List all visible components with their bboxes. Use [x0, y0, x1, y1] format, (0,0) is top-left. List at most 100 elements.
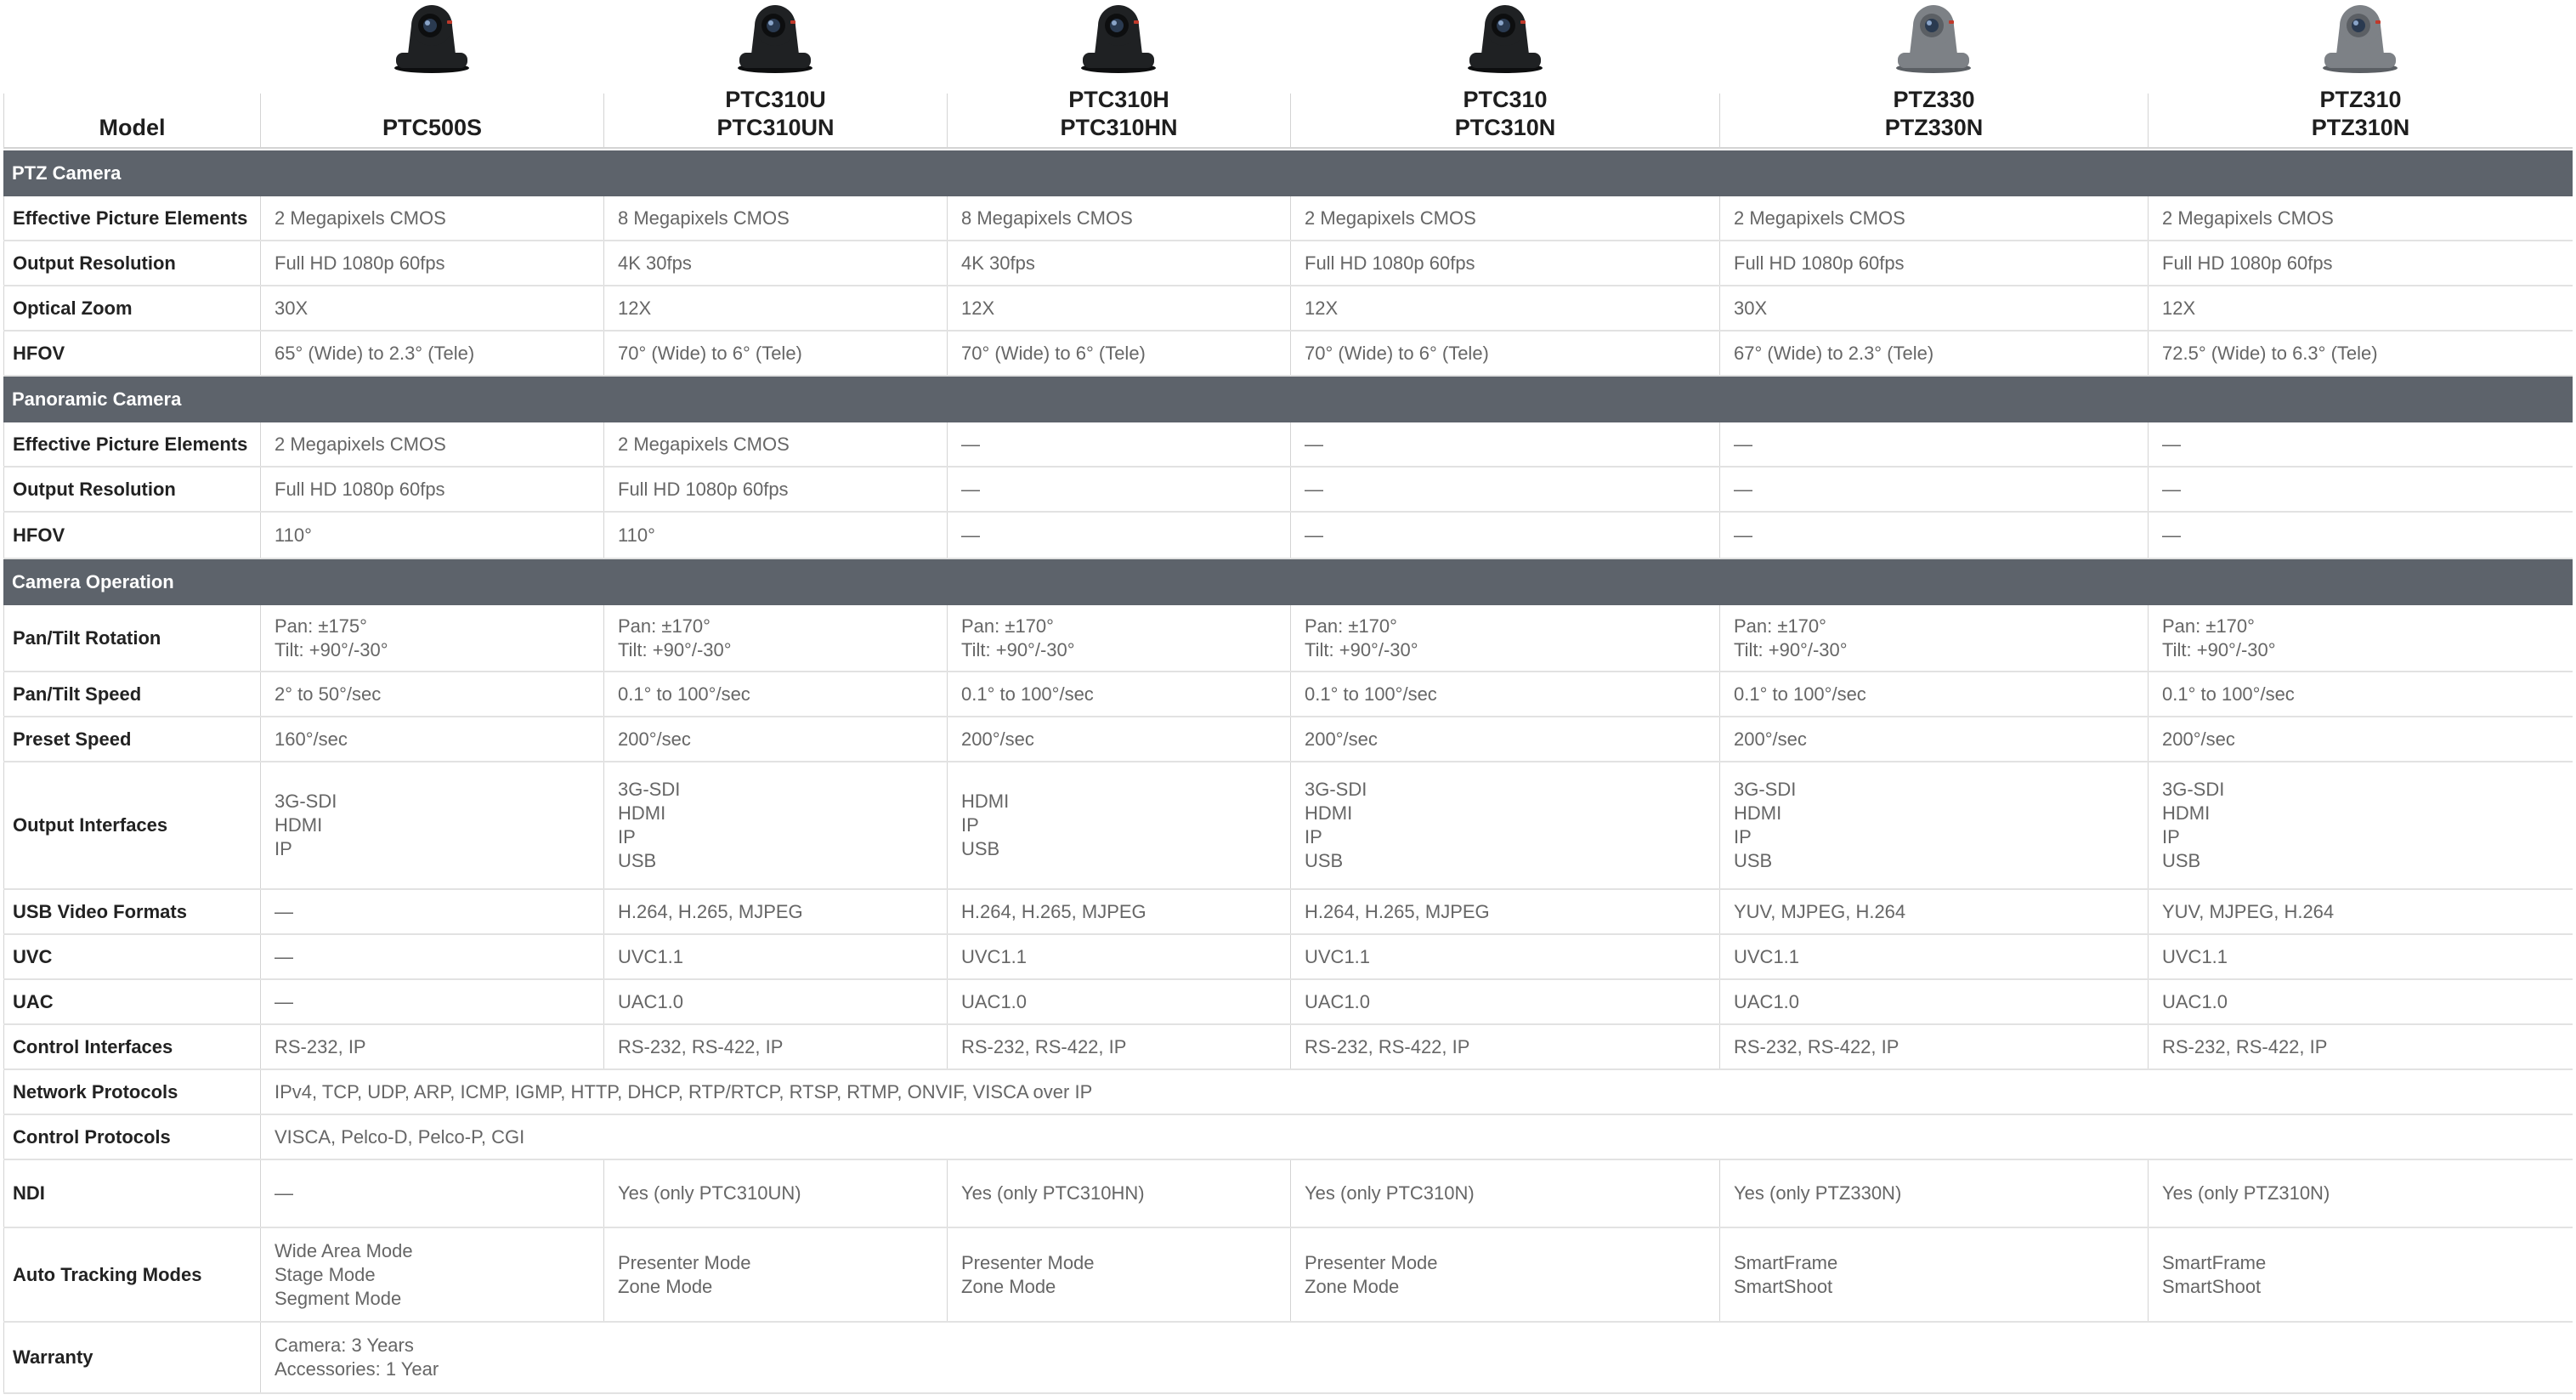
cell-line: 2 Megapixels CMOS	[618, 433, 790, 455]
cell-line: UVC1.1	[1734, 945, 1800, 967]
row-label-text: Output Resolution	[13, 252, 176, 274]
value-cell: RS-232, RS-422, IP	[603, 1025, 947, 1068]
model-header-label: Model	[99, 115, 166, 140]
value-cell: 0.1° to 100°/sec	[1719, 672, 2148, 716]
cell-line: UVC1.1	[618, 945, 684, 967]
cell-line: PTC310	[1463, 87, 1548, 112]
cell-line: 2 Megapixels CMOS	[275, 207, 446, 229]
cell-line: IP	[275, 838, 292, 859]
cell-line: YUV, MJPEG, H.264	[2162, 900, 2335, 922]
table-row: Output Interfaces 3G-SDI HDMI IP 3G-SDI HDMI I…	[3, 762, 2573, 890]
row-label-text: Output Interfaces	[13, 814, 168, 836]
cell-line: Tilt: +90°/-30°	[1734, 638, 1848, 660]
section-title: PTZ Camera	[12, 162, 122, 184]
cell-line: 72.5° (Wide) to 6.3° (Tele)	[2162, 342, 2378, 364]
table-row: Control Interfaces RS-232, IP RS-232, RS-4…	[3, 1025, 2573, 1070]
value-cell: YUV, MJPEG, H.264	[1719, 890, 2148, 933]
cell-line: Pan: ±170°	[618, 615, 711, 637]
value-cell: —	[947, 468, 1290, 511]
cell-line: HDMI	[2162, 802, 2211, 824]
cell-line: 70° (Wide) to 6° (Tele)	[618, 342, 802, 364]
value-cell: Pan: ±170° Tilt: +90°/-30°	[603, 605, 947, 671]
value-cell: —	[260, 980, 603, 1023]
cell-line: PTC500S	[382, 115, 483, 140]
value-cell: RS-232, IP	[260, 1025, 603, 1068]
cell-line: 8 Megapixels CMOS	[961, 207, 1133, 229]
cell-line: HDMI	[618, 802, 666, 824]
cell-line: IP	[1305, 826, 1322, 847]
camera-gray-icon	[1896, 5, 1971, 73]
value-cell: UVC1.1	[1719, 935, 2148, 978]
camera-image	[947, 0, 1290, 81]
section-header: Camera Operation	[3, 559, 2573, 605]
row-label-text: Control Interfaces	[13, 1035, 173, 1057]
cell-line: 200°/sec	[961, 728, 1034, 750]
value-cell: Yes (only PTC310N)	[1290, 1160, 1719, 1227]
row-label-text: Auto Tracking Modes	[13, 1263, 202, 1285]
camera-black-icon	[1081, 5, 1156, 73]
table-row: NDI — Yes (only PTC310UN) Yes (only PTC310H…	[3, 1160, 2573, 1228]
cell-line: Yes (only PTZ310N)	[2162, 1182, 2330, 1204]
value-cell: —	[260, 890, 603, 933]
cell-line: Yes (only PTZ330N)	[1734, 1182, 1902, 1204]
value-cell: Full HD 1080p 60fps	[603, 468, 947, 511]
camera-image	[1719, 0, 2148, 81]
value-cell: Presenter Mode Zone Mode	[603, 1228, 947, 1321]
cell-line: PTZ330	[1893, 87, 1975, 112]
camera-image	[603, 0, 947, 81]
cell-line: —	[275, 945, 293, 967]
camera-image	[1290, 0, 1719, 81]
value-cell: 0.1° to 100°/sec	[2148, 672, 2573, 716]
value-cell: 8 Megapixels CMOS	[603, 196, 947, 240]
cell-line: VISCA, Pelco-D, Pelco-P, CGI	[275, 1125, 525, 1148]
row-label: Auto Tracking Modes	[3, 1228, 260, 1321]
cell-line: 160°/sec	[275, 728, 348, 750]
value-cell: UVC1.1	[1290, 935, 1719, 978]
value-cell: RS-232, RS-422, IP	[1290, 1025, 1719, 1068]
row-label-text: Network Protocols	[13, 1080, 178, 1102]
value-cell: Full HD 1080p 60fps	[260, 241, 603, 285]
cell-line: —	[275, 990, 293, 1012]
value-cell: —	[947, 422, 1290, 466]
cell-line: —	[961, 524, 980, 546]
cell-line: Pan: ±170°	[2162, 615, 2255, 637]
cell-line: SmartFrame	[1734, 1251, 1838, 1273]
header-row: Model PTC500S PTC310U PTC310UN PTC310H PTC310…	[3, 87, 2573, 149]
value-cell: Presenter Mode Zone Mode	[1290, 1228, 1719, 1321]
value-cell: RS-232, RS-422, IP	[947, 1025, 1290, 1068]
cell-line: Accessories: 1 Year	[275, 1358, 439, 1380]
table-row: Pan/Tilt Rotation Pan: ±175° Tilt: +90°/-3…	[3, 605, 2573, 672]
cell-line: —	[1734, 478, 1752, 500]
value-cell: 12X	[603, 286, 947, 330]
value-cell: —	[260, 935, 603, 978]
cell-line: 0.1° to 100°/sec	[1305, 683, 1437, 705]
cell-line: UVC1.1	[1305, 945, 1371, 967]
cell-line: H.264, H.265, MJPEG	[1305, 900, 1490, 922]
cell-line: 2 Megapixels CMOS	[1734, 207, 1905, 229]
cell-line: 0.1° to 100°/sec	[2162, 683, 2295, 705]
table-row: USB Video Formats — H.264, H.265, MJPEG H.2…	[3, 890, 2573, 935]
model-name-header: PTC310H PTC310HN	[947, 87, 1290, 147]
row-label-text: Preset Speed	[13, 728, 132, 750]
cell-line: Camera: 3 Years	[275, 1335, 414, 1356]
cell-line: —	[2162, 524, 2181, 546]
value-cell: UAC1.0	[2148, 980, 2573, 1023]
row-label-text: Output Resolution	[13, 478, 176, 500]
cell-line: Tilt: +90°/-30°	[275, 638, 388, 660]
row-label: UVC	[3, 935, 260, 978]
cell-line: Full HD 1080p 60fps	[1305, 252, 1475, 274]
value-cell: —	[947, 513, 1290, 558]
value-cell: 70° (Wide) to 6° (Tele)	[947, 332, 1290, 375]
cell-line: 110°	[618, 524, 655, 546]
row-label: Control Interfaces	[3, 1025, 260, 1068]
cell-line: Full HD 1080p 60fps	[618, 478, 789, 500]
cell-line: RS-232, IP	[275, 1035, 366, 1057]
value-cell: 0.1° to 100°/sec	[603, 672, 947, 716]
cell-line: USB	[1734, 850, 1773, 871]
cell-line: Segment Mode	[275, 1287, 402, 1309]
value-cell: 110°	[260, 513, 603, 558]
table-row: Warranty Camera: 3 Years Accessories: 1 Ye…	[3, 1323, 2573, 1394]
value-cell: 200°/sec	[2148, 717, 2573, 761]
cell-line: 2° to 50°/sec	[275, 683, 382, 705]
cell-line: 4K 30fps	[618, 252, 692, 274]
